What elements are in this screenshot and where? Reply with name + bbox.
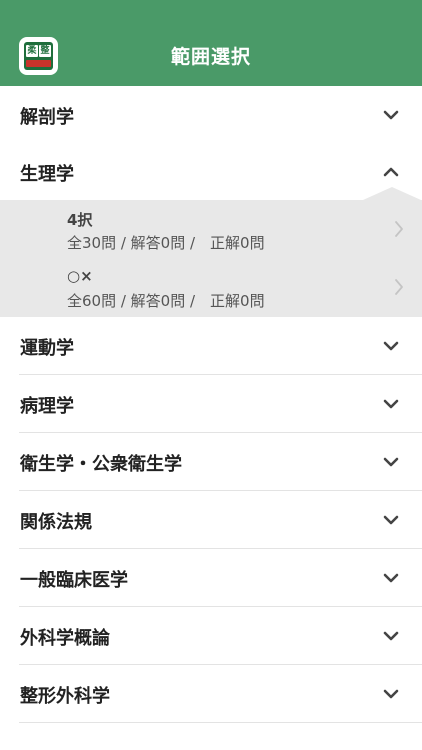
app-header: 柔 整 範囲選択: [0, 0, 422, 86]
sub-item-title: 4択: [67, 211, 93, 229]
subject-row-hygiene[interactable]: 衛生学・公衆衛生学: [0, 433, 422, 491]
subject-label: 整形外科学: [20, 686, 110, 707]
chevron-down-icon: [383, 341, 399, 351]
subject-row-anatomy[interactable]: 解剖学: [0, 86, 422, 144]
expand-pointer: [363, 187, 421, 200]
subject-row-surgery[interactable]: 外科学概論: [0, 607, 422, 665]
chevron-right-icon: [395, 279, 403, 295]
chevron-down-icon: [383, 573, 399, 583]
subject-label: 衛生学・公衆衛生学: [20, 454, 182, 475]
sub-item-stats: 全30問 / 解答0問 / 正解0問: [67, 234, 265, 252]
expanded-panel: 4択 全30問 / 解答0問 / 正解0問 ○× 全60問 / 解答0問 / 正…: [0, 200, 422, 317]
subject-row-regulations[interactable]: 関係法規: [0, 491, 422, 549]
subject-label: 生理学: [20, 164, 74, 185]
subject-row-clinical-medicine[interactable]: 一般臨床医学: [0, 549, 422, 607]
chevron-down-icon: [383, 631, 399, 641]
chevron-down-icon: [383, 457, 399, 467]
subject-label: 解剖学: [20, 107, 74, 128]
chevron-up-icon: [383, 167, 399, 177]
subject-row-pathology[interactable]: 病理学: [0, 375, 422, 433]
subject-label: 運動学: [20, 338, 74, 359]
subject-row-kinesiology[interactable]: 運動学: [0, 317, 422, 375]
chevron-down-icon: [383, 689, 399, 699]
chevron-down-icon: [383, 399, 399, 409]
subject-label: 関係法規: [20, 512, 92, 533]
chevron-down-icon: [383, 515, 399, 525]
subject-label: 病理学: [20, 396, 74, 417]
chevron-right-icon: [395, 221, 403, 237]
subject-label: 一般臨床医学: [20, 570, 128, 591]
subject-row-physiology[interactable]: 生理学: [0, 143, 422, 201]
sub-item-truefalse[interactable]: ○× 全60問 / 解答0問 / 正解0問: [0, 258, 422, 316]
sub-item-stats: 全60問 / 解答0問 / 正解0問: [67, 292, 265, 310]
subject-row-orthopedics[interactable]: 整形外科学: [0, 665, 422, 723]
subject-label: 外科学概論: [20, 628, 110, 649]
sub-item-4choice[interactable]: 4択 全30問 / 解答0問 / 正解0問: [0, 200, 422, 258]
sub-item-title: ○×: [67, 267, 93, 285]
chevron-down-icon: [383, 110, 399, 120]
page-title: 範囲選択: [170, 46, 251, 68]
